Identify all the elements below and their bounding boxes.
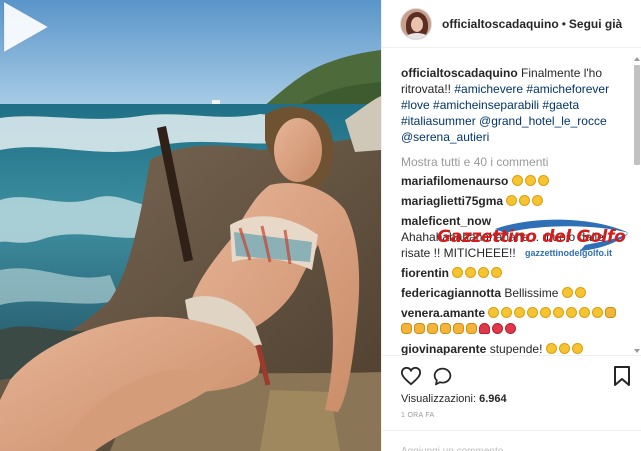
laugh-emoji-icon [514,307,526,318]
hand-emoji-icon [401,323,412,334]
laugh-emoji-icon [524,175,536,186]
heart-icon[interactable] [400,366,422,386]
kiss-emoji-icon [492,323,503,334]
comment-row: maleficent_now Ahahahahahahahahaha... mu… [401,213,623,261]
hand-emoji-icon [427,323,438,334]
laugh-emoji-icon [465,267,477,278]
views-label: Visualizzazioni: [401,393,477,405]
laugh-emoji-icon [540,307,552,318]
comment-text: Bellissime [504,286,559,300]
heart-emoji-icon [479,323,490,334]
laugh-emoji-icon [488,307,500,318]
comment-row: fiorentin [401,265,623,281]
post-side-panel: officialtoscadaquino • Segui già officia… [381,0,641,451]
laugh-emoji-icon [553,307,565,318]
comment-username[interactable]: giovinaparente [401,342,486,355]
comment-username[interactable]: mariafilomenaurso [401,174,508,188]
laugh-emoji-icon [532,195,544,206]
hand-emoji-icon [440,323,451,334]
laugh-emoji-icon [519,195,531,206]
views-count: Visualizzazioni: 6.964 [401,393,507,405]
laugh-emoji-icon [511,175,523,186]
laugh-emoji-icon [561,287,573,298]
laugh-emoji-icon [571,343,583,354]
hand-emoji-icon [605,307,617,318]
post-header: officialtoscadaquino • Segui già [382,0,641,48]
comment-row: mariafilomenaurso [401,173,623,189]
comment-icon[interactable] [432,366,453,387]
laugh-emoji-icon [506,195,518,206]
scroll-thumb[interactable] [634,65,640,165]
caption-username[interactable]: officialtoscadaquino [401,66,518,80]
comment-row: giovinaparente stupende! [401,341,623,355]
hand-emoji-icon [466,323,477,334]
laugh-emoji-icon [558,343,570,354]
comment-username[interactable]: mariaglietti75gma [401,194,503,208]
laugh-emoji-icon [579,307,591,318]
comment-username[interactable]: federicagiannotta [401,286,501,300]
comment-text: stupende! [489,342,543,355]
comment-username[interactable]: maleficent_now [401,214,491,228]
comment-username[interactable]: fiorentin [401,266,449,280]
post-photo [0,0,381,451]
show-all-comments-link[interactable]: Mostra tutti e 40 i commenti [401,155,633,169]
heart-eyes-emoji-icon [574,287,586,298]
comment-row: mariaglietti75gma [401,193,623,209]
post-timestamp[interactable]: 1 ORA FA [401,412,435,419]
comment-row: federicagiannotta Bellissime [401,285,623,301]
add-comment-input[interactable] [401,446,601,451]
hand-emoji-icon [453,323,464,334]
avatar[interactable] [400,7,432,40]
bookmark-icon[interactable] [613,365,631,387]
laugh-emoji-icon [491,267,503,278]
laugh-emoji-icon [501,307,513,318]
post-author-username[interactable]: officialtoscadaquino [442,17,559,31]
laugh-emoji-icon [527,307,539,318]
hand-emoji-icon [414,323,425,334]
views-number: 6.964 [479,393,507,405]
laugh-emoji-icon [566,307,578,318]
laugh-emoji-icon [545,343,557,354]
comment-row: venera.amante [401,305,623,337]
play-icon[interactable] [0,0,50,54]
scroll-down-arrow-icon[interactable] [634,349,640,353]
post-media[interactable] [0,0,381,451]
comments-list[interactable]: officialtoscadaquino Finalmente l'ho rit… [382,49,633,355]
scroll-up-arrow-icon[interactable] [634,57,640,61]
following-button[interactable]: Segui già [569,17,622,31]
post-caption: officialtoscadaquino Finalmente l'ho rit… [401,65,623,145]
laugh-emoji-icon [537,175,549,186]
laugh-emoji-icon [592,307,604,318]
header-separator: • [561,16,566,31]
comments-scrollbar[interactable] [633,57,641,355]
laugh-emoji-icon [478,267,490,278]
add-comment-bar [382,430,641,451]
post-actions [382,355,641,395]
kiss-emoji-icon [505,323,516,334]
comment-text: Ahahahahahahahahaha... muoio dalle risat… [401,230,604,260]
laugh-emoji-icon [452,267,464,278]
comment-username[interactable]: venera.amante [401,306,485,320]
